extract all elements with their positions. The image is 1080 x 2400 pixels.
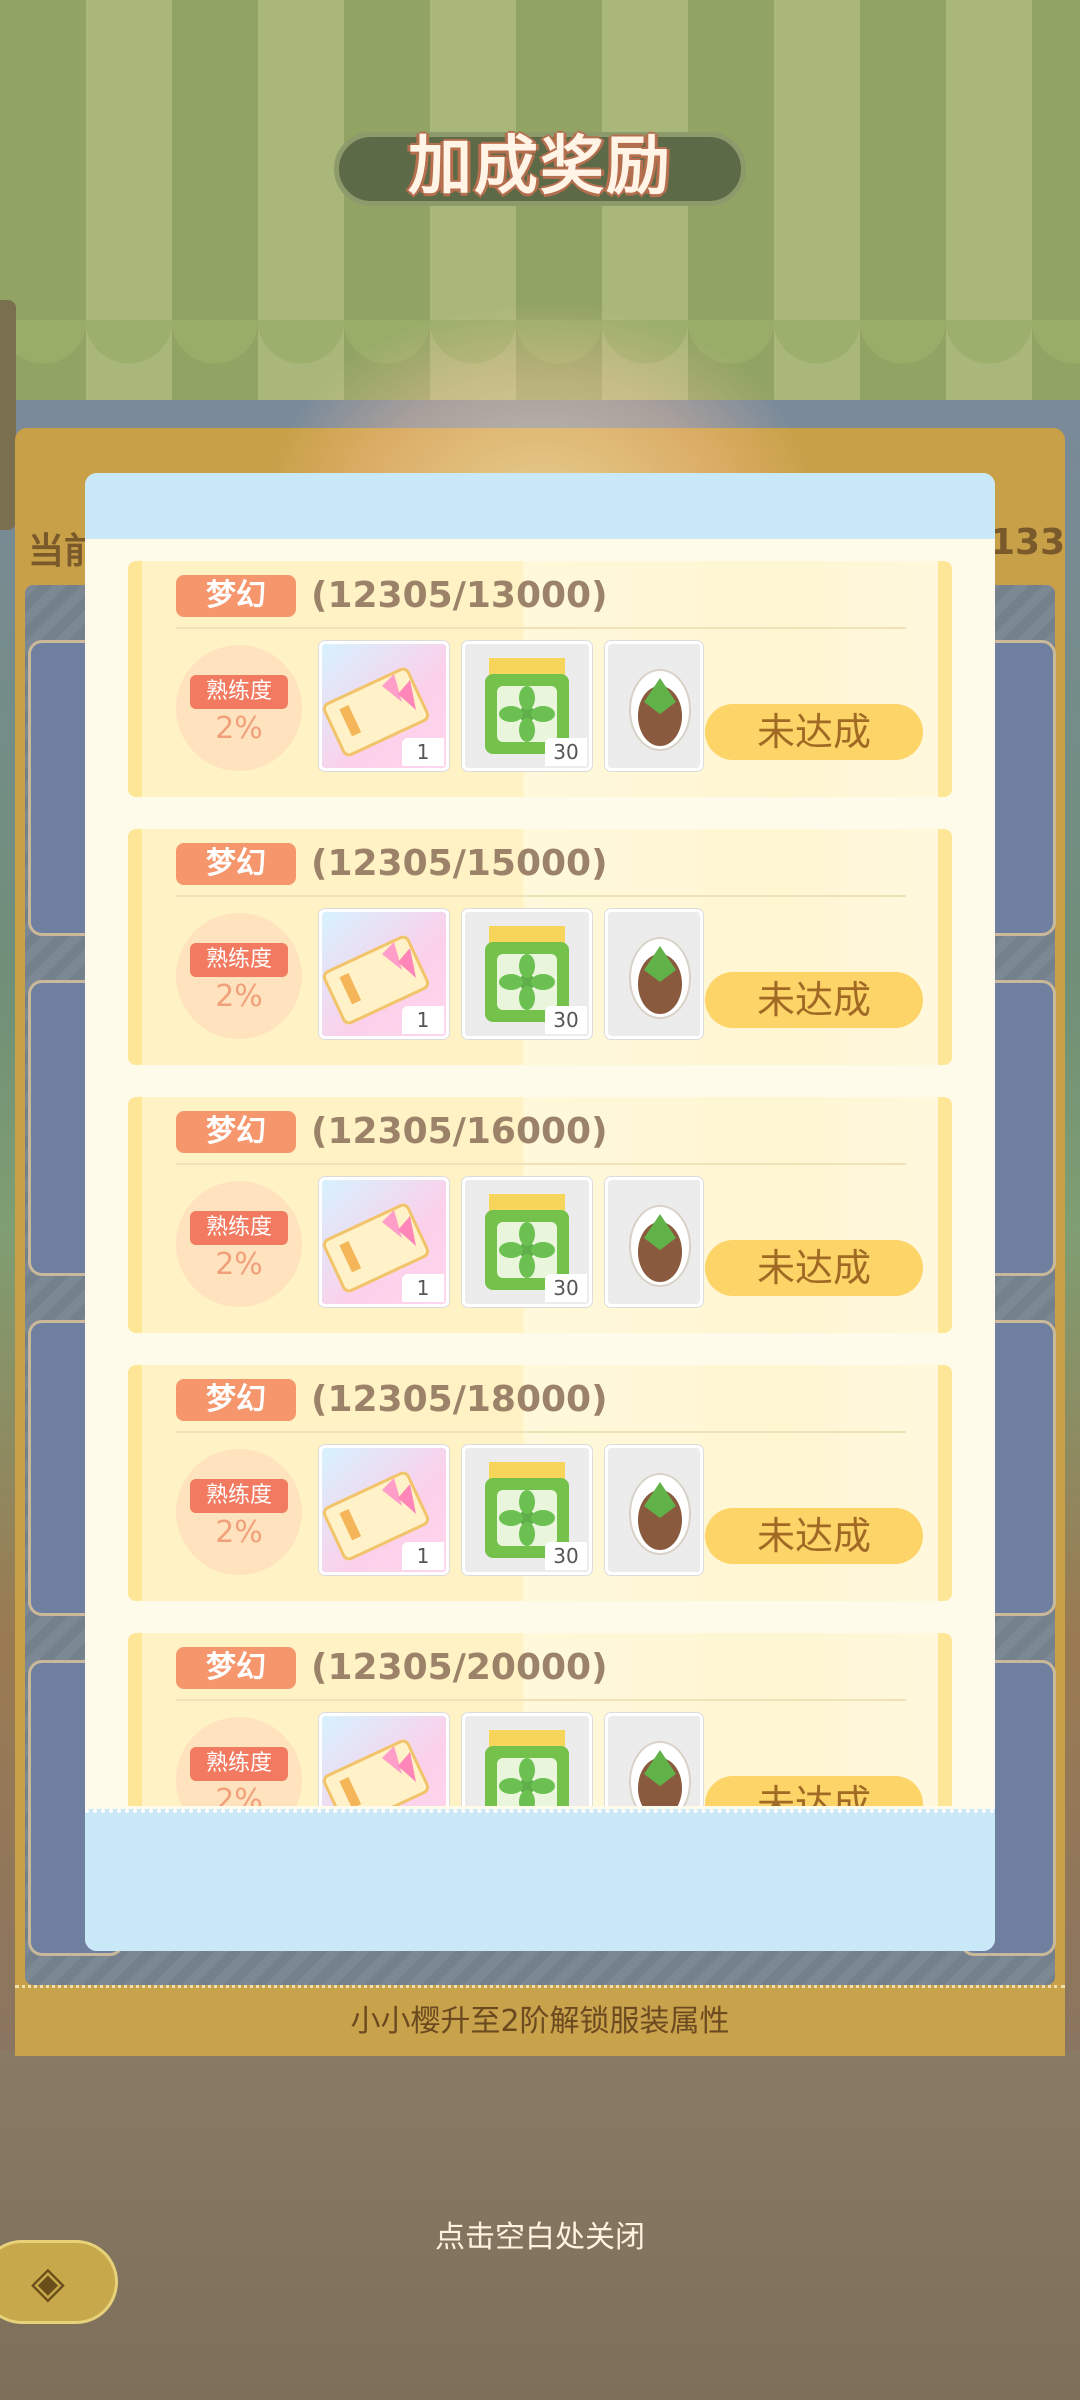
row-divider <box>176 1699 906 1701</box>
row-divider <box>176 895 906 897</box>
mastery-value: 2% <box>215 1247 263 1282</box>
item-quantity: 1 <box>402 1542 444 1570</box>
item-quantity: 1 <box>402 1006 444 1034</box>
seed-icon[interactable] <box>605 1713 703 1806</box>
side-tab[interactable] <box>0 300 16 530</box>
ticket-icon[interactable]: 1 <box>319 909 449 1039</box>
mastery-badge: 熟练度 2% <box>176 645 302 771</box>
item-quantity: 30 <box>545 1542 587 1570</box>
mastery-value: 2% <box>215 1515 263 1550</box>
seed-bag-icon[interactable]: 30 <box>462 1445 592 1575</box>
back-arrow-icon: ◈ <box>31 2257 65 2308</box>
back-button[interactable]: ◈ <box>0 2240 118 2324</box>
mastery-value: 2% <box>215 979 263 1014</box>
ticket-icon[interactable]: 1 <box>319 1713 449 1806</box>
background-footer-text: 小小樱升至2阶解锁服装属性 <box>15 1985 1065 2056</box>
seed-icon[interactable] <box>605 641 703 771</box>
row-divider <box>176 627 906 629</box>
reward-list[interactable]: 梦幻 (12305/13000) 熟练度 2% 1 30 未达成 梦幻 (123… <box>128 561 952 1806</box>
tier-tag: 梦幻 <box>176 1379 296 1421</box>
dialog-title: 加成奖励 <box>408 130 672 204</box>
item-quantity: 1 <box>402 738 444 766</box>
mastery-badge: 熟练度 2% <box>176 913 302 1039</box>
status-not-achieved: 未达成 <box>705 1508 923 1564</box>
status-not-achieved: 未达成 <box>705 972 923 1028</box>
status-not-achieved: 未达成 <box>705 1240 923 1296</box>
seed-bag-icon[interactable]: 30 <box>462 1713 592 1806</box>
tier-tag: 梦幻 <box>176 843 296 885</box>
reward-row: 梦幻 (12305/15000) 熟练度 2% 1 30 未达成 <box>128 829 952 1065</box>
ticket-icon[interactable]: 1 <box>319 1177 449 1307</box>
dialog-top-bar <box>85 473 995 539</box>
seed-icon[interactable] <box>605 1445 703 1575</box>
background-header-right: 133 <box>990 522 1066 563</box>
mastery-label: 熟练度 <box>190 1479 288 1513</box>
mastery-label: 熟练度 <box>190 1747 288 1781</box>
seed-icon[interactable] <box>605 1177 703 1307</box>
progress-text: (12305/20000) <box>311 1647 608 1688</box>
mastery-badge: 熟练度 2% <box>176 1717 302 1806</box>
tier-tag: 梦幻 <box>176 575 296 617</box>
seed-bag-icon[interactable]: 30 <box>462 909 592 1039</box>
seed-bag-icon[interactable]: 30 <box>462 1177 592 1307</box>
mastery-label: 熟练度 <box>190 943 288 977</box>
progress-text: (12305/13000) <box>311 575 608 616</box>
ticket-icon[interactable]: 1 <box>319 1445 449 1575</box>
dialog-bottom-bar <box>85 1809 995 1951</box>
progress-text: (12305/16000) <box>311 1111 608 1152</box>
seed-bag-icon[interactable]: 30 <box>462 641 592 771</box>
reward-dialog: 梦幻 (12305/13000) 熟练度 2% 1 30 未达成 梦幻 (123… <box>85 473 995 1951</box>
item-quantity: 1 <box>402 1274 444 1302</box>
item-quantity: 30 <box>545 1274 587 1302</box>
tier-tag: 梦幻 <box>176 1111 296 1153</box>
status-not-achieved: 未达成 <box>705 704 923 760</box>
mastery-badge: 熟练度 2% <box>176 1449 302 1575</box>
reward-row: 梦幻 (12305/18000) 熟练度 2% 1 30 未达成 <box>128 1365 952 1601</box>
reward-row: 梦幻 (12305/16000) 熟练度 2% 1 30 未达成 <box>128 1097 952 1333</box>
ticket-icon[interactable]: 1 <box>319 641 449 771</box>
mastery-value: 2% <box>215 1783 263 1806</box>
item-quantity: 30 <box>545 738 587 766</box>
mastery-value: 2% <box>215 711 263 746</box>
progress-text: (12305/15000) <box>311 843 608 884</box>
tier-tag: 梦幻 <box>176 1647 296 1689</box>
item-quantity: 30 <box>545 1006 587 1034</box>
reward-row: 梦幻 (12305/20000) 熟练度 2% 1 30 未达成 <box>128 1633 952 1806</box>
status-not-achieved: 未达成 <box>705 1776 923 1806</box>
row-divider <box>176 1163 906 1165</box>
mastery-label: 熟练度 <box>190 675 288 709</box>
close-hint[interactable]: 点击空白处关闭 <box>0 2212 1080 2256</box>
mastery-badge: 熟练度 2% <box>176 1181 302 1307</box>
mastery-label: 熟练度 <box>190 1211 288 1245</box>
row-divider <box>176 1431 906 1433</box>
progress-text: (12305/18000) <box>311 1379 608 1420</box>
reward-row: 梦幻 (12305/13000) 熟练度 2% 1 30 未达成 <box>128 561 952 797</box>
seed-icon[interactable] <box>605 909 703 1039</box>
